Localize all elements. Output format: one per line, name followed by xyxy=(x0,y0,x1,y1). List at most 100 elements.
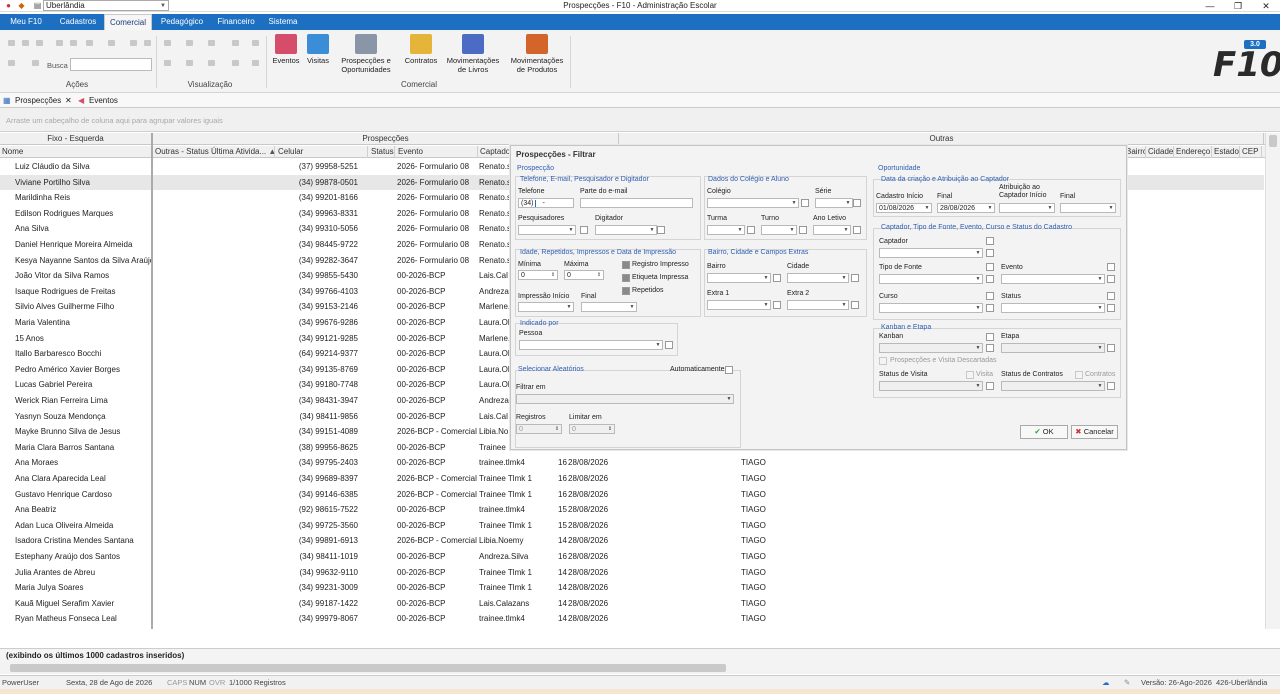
limitar-em-input[interactable]: 0 ⇕ xyxy=(569,424,615,434)
spinner-icon[interactable]: ⇕ xyxy=(595,271,603,279)
view-icon[interactable] xyxy=(232,60,239,66)
bairro-select[interactable]: ▼ xyxy=(707,273,771,283)
cadastro-final-date[interactable]: 28/08/2026 ▼ xyxy=(937,203,995,213)
status-visita-checkbox[interactable] xyxy=(986,382,994,390)
kanban-select[interactable]: ▼ xyxy=(879,343,983,353)
print-icon[interactable] xyxy=(86,40,93,46)
ano-letivo-select[interactable]: ▼ xyxy=(813,225,851,235)
impressao-inicio-date[interactable]: ▼ xyxy=(518,302,574,312)
maximize-button[interactable]: ❐ xyxy=(1224,0,1252,12)
prospeccoes-button[interactable]: Prospecções e Oportunidades xyxy=(336,34,396,74)
search-input[interactable] xyxy=(70,58,152,71)
menu-financeiro[interactable]: Financeiro xyxy=(212,14,260,30)
atribuicao-final-date[interactable]: ▼ xyxy=(1060,203,1116,213)
filtrar-em-select[interactable]: ▼ xyxy=(516,394,734,404)
col-endereco[interactable]: Endereço xyxy=(1174,146,1212,158)
action-icon[interactable] xyxy=(108,40,115,46)
etiqueta-impressa-checkbox[interactable] xyxy=(622,274,630,282)
cadastro-inicio-date[interactable]: 01/08/2026 ▼ xyxy=(876,203,932,213)
menu-meu-f10[interactable]: Meu F10 xyxy=(4,14,48,30)
sum-icon[interactable] xyxy=(32,60,39,66)
status-select[interactable]: ▼ xyxy=(1001,303,1105,313)
digitador-checkbox[interactable] xyxy=(657,226,665,234)
turno-select[interactable]: ▼ xyxy=(761,225,797,235)
evento-select[interactable]: ▼ xyxy=(1001,274,1105,284)
digitador-select[interactable]: ▼ xyxy=(595,225,657,235)
tipo-fonte-select[interactable]: ▼ xyxy=(879,274,983,284)
etapa-select[interactable]: ▼ xyxy=(1001,343,1105,353)
turno-checkbox[interactable] xyxy=(799,226,807,234)
action-icon[interactable] xyxy=(36,40,43,46)
descartadas-checkbox[interactable] xyxy=(879,357,887,365)
table-row[interactable]: Maria Julya Soares (34) 99231-3009 00-2026… xyxy=(0,580,1264,596)
table-row[interactable]: Julia Arantes de Abreu (34) 99632-9110 00-… xyxy=(0,565,1264,581)
view-icon[interactable] xyxy=(164,60,171,66)
status-checkbox[interactable] xyxy=(1107,304,1115,312)
curso-select[interactable]: ▼ xyxy=(879,303,983,313)
cidade-checkbox[interactable] xyxy=(851,274,859,282)
view-icon[interactable] xyxy=(252,60,259,66)
status-header-checkbox[interactable] xyxy=(1107,292,1115,300)
col-cidade[interactable]: Cidade xyxy=(1146,146,1174,158)
mov-livros-button[interactable]: Movimentações de Livros xyxy=(445,34,501,74)
serie-checkbox[interactable] xyxy=(853,199,861,207)
action-icon[interactable] xyxy=(130,40,137,46)
captador-header-checkbox[interactable] xyxy=(986,237,994,245)
tipo-fonte-checkbox[interactable] xyxy=(986,275,994,283)
kanban-checkbox[interactable] xyxy=(986,344,994,352)
automaticamente-checkbox[interactable] xyxy=(725,366,733,374)
evento-checkbox[interactable] xyxy=(1107,275,1115,283)
extra2-select[interactable]: ▼ xyxy=(787,300,849,310)
close-tab-icon[interactable]: ✕ xyxy=(65,93,72,108)
table-row[interactable]: Ana Beatriz (92) 98615-7522 00-2026-BCP tra… xyxy=(0,502,1264,518)
cidade-select[interactable]: ▼ xyxy=(787,273,849,283)
mov-produtos-button[interactable]: Movimentações de Produtos xyxy=(507,34,567,74)
key-icon[interactable] xyxy=(8,60,15,66)
col-status-ultima[interactable]: Outras - Status Última Ativida... ▲ xyxy=(153,146,275,158)
telefone-input[interactable]: (34) - xyxy=(518,198,574,208)
spinner-icon[interactable]: ⇕ xyxy=(553,425,561,433)
col-celular[interactable]: Celular xyxy=(276,146,368,158)
contratos-button[interactable]: Contratos xyxy=(401,34,441,65)
status-contratos-checkbox[interactable] xyxy=(1107,382,1115,390)
menu-cadastros[interactable]: Cadastros xyxy=(54,14,102,30)
action-icon[interactable] xyxy=(8,40,15,46)
captador-checkbox[interactable] xyxy=(986,249,994,257)
tab-prospeccoes[interactable]: Prospecções xyxy=(15,93,61,108)
eventos-button[interactable]: Eventos xyxy=(270,34,302,65)
action-icon[interactable] xyxy=(22,40,29,46)
view-icon[interactable] xyxy=(186,40,193,46)
table-row[interactable]: Gustavo Henrique Cardoso (34) 99146-6385 2… xyxy=(0,487,1264,503)
pesquisadores-checkbox[interactable] xyxy=(580,226,588,234)
menu-comercial[interactable]: Comercial xyxy=(104,14,152,30)
table-row[interactable]: Kauã Miguel Serafim Xavier (34) 99187-142… xyxy=(0,596,1264,612)
menu-pedagogico[interactable]: Pedagógico xyxy=(156,14,208,30)
close-button[interactable]: ✕ xyxy=(1252,0,1280,12)
view-icon[interactable] xyxy=(208,60,215,66)
contratos-checkbox[interactable] xyxy=(1075,371,1083,379)
visita-checkbox[interactable] xyxy=(966,371,974,379)
scroll-thumb[interactable] xyxy=(10,664,726,672)
group-by-area[interactable]: Arraste um cabeçalho de coluna aqui para… xyxy=(0,108,1280,132)
pessoa-select[interactable]: ▼ xyxy=(519,340,663,350)
evento-header-checkbox[interactable] xyxy=(1107,263,1115,271)
turma-select[interactable]: ▼ xyxy=(707,225,745,235)
serie-select[interactable]: ▼ xyxy=(815,198,853,208)
tab-eventos[interactable]: Eventos xyxy=(89,93,118,108)
col-nome[interactable]: Nome xyxy=(0,146,152,158)
view-icon[interactable] xyxy=(164,40,171,46)
atribuicao-inicio-date[interactable]: ▼ xyxy=(999,203,1055,213)
pesquisadores-select[interactable]: ▼ xyxy=(518,225,576,235)
col-status[interactable]: Status xyxy=(369,146,395,158)
table-row[interactable]: Isadora Cristina Mendes Santana (34) 9989… xyxy=(0,533,1264,549)
extra2-checkbox[interactable] xyxy=(851,301,859,309)
bairro-checkbox[interactable] xyxy=(773,274,781,282)
registros-input[interactable]: 0 ⇕ xyxy=(516,424,562,434)
horizontal-scrollbar[interactable] xyxy=(0,662,1280,674)
view-icon[interactable] xyxy=(232,40,239,46)
status-contratos-select[interactable]: ▼ xyxy=(1001,381,1105,391)
action-icon[interactable] xyxy=(56,40,63,46)
spinner-icon[interactable]: ⇕ xyxy=(606,425,614,433)
repetidos-checkbox[interactable] xyxy=(622,287,630,295)
status-visita-select[interactable]: ▼ xyxy=(879,381,983,391)
